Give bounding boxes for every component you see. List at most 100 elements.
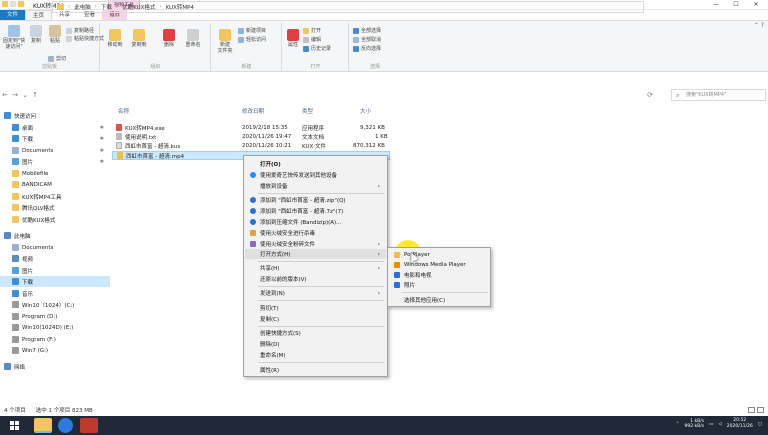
nav-youku-kux[interactable]: 优酷KUX格式 bbox=[0, 214, 110, 225]
menu-item-huorong-scan[interactable]: 使用火绒安全进行杀毒 bbox=[245, 228, 386, 238]
edit-button[interactable]: 编辑 bbox=[303, 36, 321, 43]
column-header-type[interactable]: 类型 bbox=[302, 107, 313, 115]
menu-item-open[interactable]: 打开(O) bbox=[245, 159, 386, 169]
copy-path-button[interactable]: 复制路径 bbox=[66, 27, 94, 34]
menu-item-copy[interactable]: 复制(C) bbox=[245, 314, 386, 324]
paste-button[interactable]: 粘贴 bbox=[47, 25, 63, 44]
nav-music[interactable]: 音乐 bbox=[0, 288, 110, 299]
close-button[interactable]: ✕ bbox=[746, 0, 766, 10]
select-none-button[interactable]: 全部取消 bbox=[353, 36, 381, 43]
column-header-date[interactable]: 修改日期 bbox=[242, 107, 264, 115]
file-row[interactable]: KUX转MP4.exe 2019/2/18 15:35 应用程序 9,321 K… bbox=[112, 123, 390, 132]
breadcrumb-kux-to-mp4[interactable]: KUX转MP4 bbox=[166, 3, 194, 11]
nav-downloads[interactable]: 下载 ✱ bbox=[0, 133, 110, 144]
nav-qlv[interactable]: 腾讯QLV格式 bbox=[0, 202, 110, 213]
forward-arrow-icon[interactable]: → bbox=[10, 91, 20, 99]
invert-selection-button[interactable]: 反向选择 bbox=[353, 45, 381, 52]
nav-network[interactable]: 网络 bbox=[4, 361, 114, 372]
nav-drive-d[interactable]: Program (D:) bbox=[0, 311, 110, 322]
column-header-size[interactable]: 大小 bbox=[360, 107, 371, 115]
menu-item-cast-to-device[interactable]: 播放到设备 › bbox=[245, 181, 386, 191]
chevron-up-icon[interactable]: ⌃ bbox=[676, 422, 680, 427]
recent-chevron-icon[interactable]: ⌄ bbox=[20, 91, 30, 99]
submenu-item-photos[interactable]: 照片 bbox=[389, 280, 489, 290]
potplayer-icon[interactable] bbox=[58, 418, 73, 433]
breadcrumb-this-pc[interactable]: 此电脑 bbox=[74, 3, 91, 11]
menu-item-add-archive[interactable]: 添加到压缩文件 (Bandizip)(A)... bbox=[245, 217, 386, 227]
nav-videos[interactable]: 视频 bbox=[0, 253, 110, 264]
menu-item-restore-versions[interactable]: 还原以前的版本(V) bbox=[245, 274, 386, 284]
history-button[interactable]: 历史记录 bbox=[303, 45, 331, 52]
nav-this-pc[interactable]: 此电脑 bbox=[4, 230, 114, 241]
new-item-button[interactable]: 新建项目 bbox=[238, 27, 266, 34]
menu-item-create-shortcut[interactable]: 创建快捷方式(S) bbox=[245, 328, 386, 338]
submenu-item-choose-app[interactable]: 选择其他应用(C) bbox=[389, 295, 489, 305]
menu-item-add-7z[interactable]: 添加到 "西虹市首富 - 超清.7z"(7) bbox=[245, 206, 386, 216]
menu-item-rename[interactable]: 重命名(M) bbox=[245, 350, 386, 360]
large-icons-view-icon[interactable] bbox=[757, 407, 764, 413]
menu-item-huorong-shred[interactable]: 使用火绒安全粉碎文件 › bbox=[245, 239, 386, 249]
move-to-button[interactable]: 移动到 bbox=[105, 29, 125, 48]
tab-home[interactable]: 主页 bbox=[25, 10, 53, 20]
easy-access-button[interactable]: 轻松访问 bbox=[238, 36, 266, 43]
breadcrumb-downloads[interactable]: 下载 bbox=[101, 3, 112, 11]
submenu-item-potplayer[interactable]: PotPlayer bbox=[389, 250, 489, 260]
file-explorer-icon[interactable] bbox=[34, 418, 52, 433]
folder-icon[interactable] bbox=[18, 1, 24, 7]
volume-icon[interactable]: ◁ bbox=[718, 422, 721, 427]
properties-button[interactable]: 属性 bbox=[286, 29, 300, 48]
nav-documents[interactable]: Documents ✱ bbox=[0, 145, 110, 156]
back-arrow-icon[interactable]: ← bbox=[0, 91, 10, 99]
open-button[interactable]: 打开 bbox=[303, 27, 321, 34]
submenu-item-wmp[interactable]: Windows Media Player bbox=[389, 260, 489, 270]
menu-item-send-to[interactable]: 发送到(N) › bbox=[245, 288, 386, 298]
address-bar[interactable]: › 此电脑 › 下载 › 优酷KUX格式 › KUX转MP4 bbox=[52, 1, 644, 13]
refresh-icon[interactable]: ⟳ bbox=[645, 88, 655, 102]
delete-button[interactable]: 删除 bbox=[161, 29, 177, 48]
nav-bandicam[interactable]: BANDICAM bbox=[0, 179, 110, 190]
pin-quick-access-button[interactable]: 固定到"快 速访问" bbox=[2, 25, 26, 50]
nav-drive-g[interactable]: Win7 (G:) bbox=[0, 345, 110, 356]
breadcrumb-youku-kux[interactable]: 优酷KUX格式 bbox=[122, 3, 155, 11]
menu-item-share[interactable]: 共享(H) › bbox=[245, 263, 386, 273]
select-all-button[interactable]: 全部选择 bbox=[353, 27, 381, 34]
menu-item-cut[interactable]: 剪切(T) bbox=[245, 303, 386, 313]
nav-quick-access[interactable]: 快速访问 bbox=[4, 110, 114, 121]
up-arrow-icon[interactable]: ↑ bbox=[30, 91, 40, 99]
nav-pictures[interactable]: 图片 ✱ bbox=[0, 156, 110, 167]
details-view-icon[interactable] bbox=[748, 407, 755, 413]
cut-button[interactable]: 剪切 bbox=[48, 55, 66, 62]
copy-button[interactable]: 复制 bbox=[28, 25, 44, 44]
menu-item-iqiyi-send[interactable]: 使用爱奇艺快传发送到其他设备 bbox=[245, 170, 386, 180]
submenu-item-movies-tv[interactable]: 电影和电视 bbox=[389, 270, 489, 280]
nav-kux-tool[interactable]: KUX转MP4工具 bbox=[0, 191, 110, 202]
nav-drive-f[interactable]: Program (F:) bbox=[0, 334, 110, 345]
rename-button[interactable]: 重命名 bbox=[183, 29, 203, 48]
ribbon-collapse-icon[interactable]: ⌃ ? bbox=[754, 22, 764, 29]
menu-item-properties[interactable]: 属性(R) bbox=[245, 365, 386, 375]
nav-pc-pictures[interactable]: 图片 bbox=[0, 265, 110, 276]
maximize-button[interactable]: ☐ bbox=[726, 0, 746, 10]
menu-item-delete[interactable]: 删除(D) bbox=[245, 339, 386, 349]
file-row[interactable]: 西虹市首富 - 超清.kux 2020/11/26 10:21 KUX 文件 8… bbox=[112, 141, 390, 150]
menu-item-add-zip[interactable]: 添加到 "西虹市首富 - 超清.zip"(Q) bbox=[245, 195, 386, 205]
nav-mobilefile[interactable]: Mobilefile bbox=[0, 168, 110, 179]
nav-drive-c[interactable]: Win10（1024）(C:) bbox=[0, 299, 110, 310]
start-button[interactable] bbox=[0, 416, 28, 435]
minimize-button[interactable]: — bbox=[706, 0, 726, 10]
paste-shortcut-button[interactable]: 粘贴快捷方式 bbox=[66, 35, 104, 42]
new-folder-button[interactable]: 新建 文件夹 bbox=[216, 29, 234, 54]
column-header-name[interactable]: 名称 bbox=[118, 107, 129, 115]
copy-to-button[interactable]: 复制到 bbox=[129, 29, 149, 48]
network-icon[interactable]: ▭ bbox=[709, 422, 713, 427]
search-input[interactable]: ⌕ 搜索"KUX转MP4" bbox=[671, 89, 766, 101]
clock[interactable]: 20:52 2020/11/26 bbox=[727, 418, 753, 430]
save-icon[interactable] bbox=[10, 1, 16, 7]
nav-pc-documents[interactable]: Documents bbox=[0, 242, 110, 253]
kux-converter-icon[interactable] bbox=[80, 418, 98, 433]
nav-drive-e[interactable]: Win10(1024D) (E:) bbox=[0, 322, 110, 333]
nav-pc-downloads[interactable]: 下载 bbox=[0, 276, 110, 287]
nav-desktop[interactable]: 桌面 ✱ bbox=[0, 122, 110, 133]
menu-item-open-with[interactable]: 打开方式(H) › bbox=[245, 249, 386, 259]
file-row[interactable]: 使用说明.txt 2020/11/26 19:47 文本文档 1 KB bbox=[112, 132, 390, 141]
